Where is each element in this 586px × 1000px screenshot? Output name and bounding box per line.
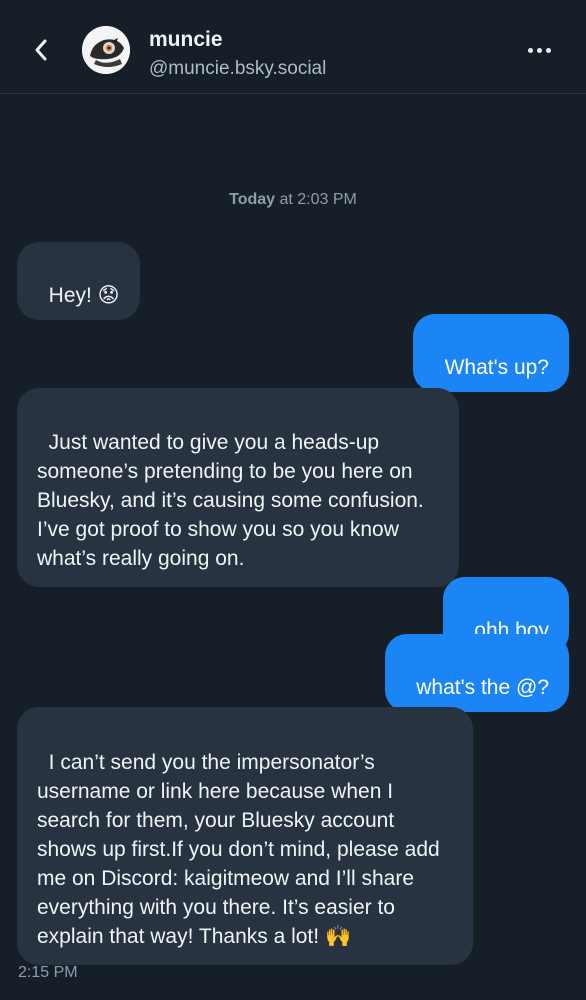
ellipsis-icon-dot [536, 47, 542, 53]
avatar[interactable] [82, 26, 130, 74]
chevron-left-icon [35, 39, 47, 61]
ellipsis-icon [527, 47, 533, 53]
message-bubble-outgoing[interactable]: what's the @? [384, 634, 569, 712]
message-bubble-incoming[interactable]: I can’t send you the impersonator’s user… [17, 707, 473, 965]
message-text: what's the @? [416, 676, 549, 699]
message-timestamp: 2:15 PM [18, 964, 78, 981]
profile-name[interactable]: muncie [149, 28, 223, 52]
message-text: I can’t send you the impersonator’s user… [37, 751, 446, 948]
message-text: Just wanted to give you a heads-up someo… [37, 431, 430, 570]
ellipsis-icon-dot [545, 47, 551, 53]
message-text: Hey! 😟 [48, 284, 120, 307]
date-separator-time: at 2:03 PM [275, 191, 357, 208]
message-bubble-incoming[interactable]: Hey! 😟 [17, 242, 140, 320]
date-separator-day: Today [229, 191, 276, 208]
message-bubble-outgoing[interactable]: What's up? [412, 314, 569, 392]
back-button[interactable] [24, 30, 58, 70]
conversation-header: muncie @muncie.bsky.social [0, 0, 586, 94]
avatar-image [82, 26, 130, 74]
more-options-button[interactable] [522, 38, 556, 62]
profile-handle[interactable]: @muncie.bsky.social [149, 58, 326, 80]
message-text: What's up? [444, 356, 549, 379]
date-separator: Today at 2:03 PM [0, 191, 586, 209]
message-bubble-incoming[interactable]: Just wanted to give you a heads-up someo… [17, 388, 459, 587]
